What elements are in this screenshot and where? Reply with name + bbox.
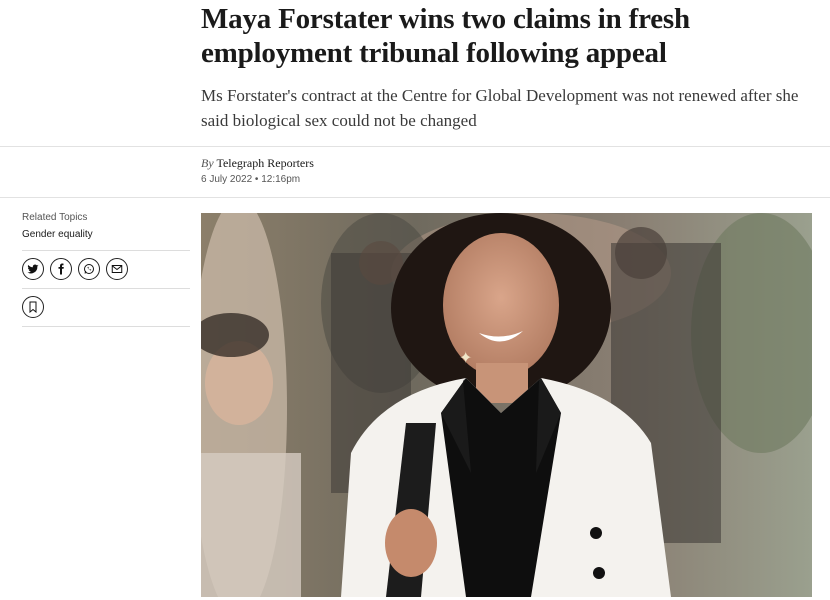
email-icon[interactable] — [106, 258, 128, 280]
author-link[interactable]: Telegraph Reporters — [216, 156, 313, 170]
topic-link-gender-equality[interactable]: Gender equality — [22, 229, 190, 240]
bookmark-icon[interactable] — [22, 296, 44, 318]
article-standfirst: Ms Forstater's contract at the Centre fo… — [201, 86, 799, 130]
share-buttons — [22, 258, 190, 280]
sidebar-divider-3 — [22, 326, 190, 327]
byline-divider — [0, 197, 830, 198]
article-sidebar: Related Topics Gender equality — [22, 212, 190, 327]
byline: By Telegraph Reporters — [201, 156, 314, 171]
related-topics-label: Related Topics — [22, 212, 88, 223]
article-hero-photo: ✦ — [201, 213, 812, 597]
publish-date: 6 July 2022 • 12:16pm — [201, 174, 301, 185]
svg-text:✦: ✦ — [459, 348, 472, 367]
facebook-icon[interactable] — [50, 258, 72, 280]
save-row — [22, 296, 190, 318]
sidebar-divider-2 — [22, 288, 190, 289]
header-divider — [0, 146, 830, 147]
whatsapp-icon[interactable] — [78, 258, 100, 280]
byline-prefix: By — [201, 156, 214, 170]
sidebar-divider — [22, 250, 190, 251]
article-headline: Maya Forstater wins two claims in fresh … — [201, 3, 690, 69]
twitter-icon[interactable] — [22, 258, 44, 280]
